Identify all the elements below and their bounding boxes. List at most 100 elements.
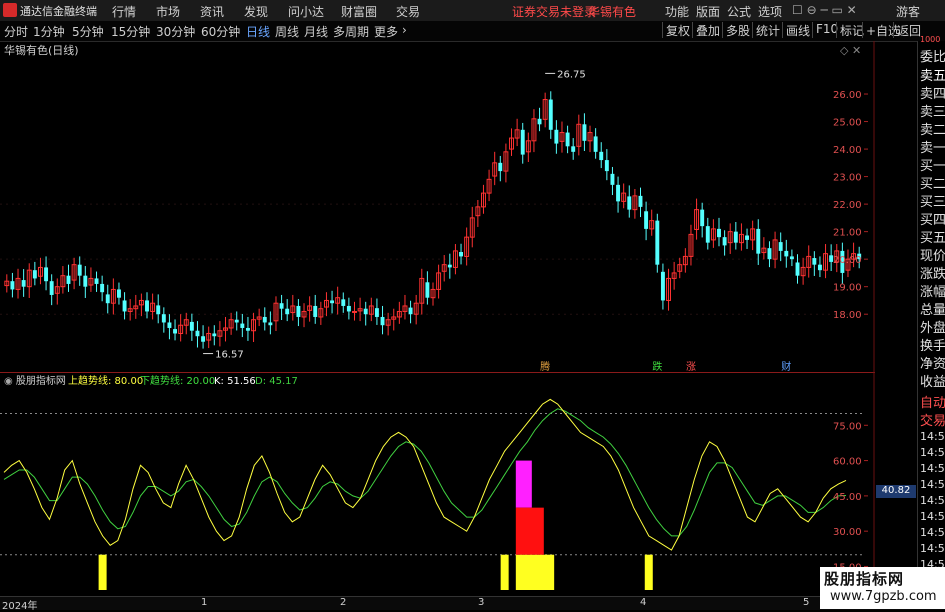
signal-bar [530,554,539,590]
date-label: 4 [640,597,647,608]
signal-bar [546,554,555,590]
period-60min[interactable]: 60分钟 [201,23,240,40]
period-15min[interactable]: 15分钟 [111,23,150,40]
period-1min[interactable]: 1分钟 [33,23,65,40]
candle-body [599,151,604,161]
candle-body [195,330,200,337]
panel-turnover: 换手 [920,339,945,354]
chevron-right-icon[interactable]: › [402,23,407,37]
candle-body [268,322,273,326]
period-monthly[interactable]: 月线 [304,23,328,40]
indicator-lines [3,398,847,551]
panel-outer: 外盘 [920,321,945,336]
watermark: 股朋指标网 www.7gpzb.com [820,567,945,609]
candle-body [161,314,166,323]
panel-volume: 总量 [920,303,945,318]
auto-trade-2[interactable]: 交易 [920,410,945,429]
up-trend-label: 上趋势线: 80.00 [68,374,143,387]
date-label: 2 [340,597,347,608]
candle-body [285,308,290,315]
panel-top-label: 1000 [920,35,941,44]
collapse-icon[interactable]: ◇ ✕ [840,44,861,57]
down-trend-label: 下趋势线: 20.00 [140,374,215,387]
title-bar: 通达信金融终端 行情 市场 资讯 发现 问小达 财富圈 交易 证券交易未登录 华… [0,0,945,22]
indicator-name: ◉ 股朋指标网 [4,374,66,387]
panel-buy1: 买一 [920,159,945,174]
candle-body [582,124,587,141]
indicator-chart[interactable]: 75.0060.0045.0030.0015.00 ◉ 股朋指标网 上趋势线: … [0,372,875,596]
diejia-button[interactable]: 叠加 [692,22,723,38]
candle-body [77,264,82,276]
menu-zixun[interactable]: 资讯 [200,3,224,20]
time-row: 14:56 [920,462,945,475]
menu-banmian[interactable]: 版面 [696,3,720,20]
candle-body [212,333,217,337]
current-indicator-value: 40.82 [876,485,916,498]
signal-bar [523,554,532,590]
event-marker: 财 [781,360,791,372]
tongji-button[interactable]: 统计 [752,22,783,38]
menu-shichang[interactable]: 市场 [156,3,180,20]
d-line [3,408,847,537]
main-grid [0,41,875,372]
price-tick-label: 18.00 [833,310,862,321]
candle-body [363,308,368,315]
panel-sell5: 卖五 [920,69,945,84]
guest-label[interactable]: 游客 [896,3,920,20]
candle-body [660,271,665,301]
candles-group [4,72,862,355]
period-30min[interactable]: 30分钟 [156,23,195,40]
candle-body [201,336,206,342]
menu-caifuquan[interactable]: 财富圈 [341,3,377,20]
event-markers[interactable]: 腾跌涨财 [540,360,791,372]
candle-body [167,322,172,328]
signal-bar [98,554,107,590]
period-more[interactable]: 更多 [374,23,398,40]
login-status[interactable]: 证券交易未登录 [512,3,596,20]
candle-body [498,162,503,172]
signal-bar [500,554,509,590]
duogu-button[interactable]: 多股 [722,22,753,38]
period-multi[interactable]: 多周期 [333,23,369,40]
candle-body [554,129,559,144]
indicator-dot-icon: ◉ [4,376,16,387]
candle-body [604,160,609,172]
candle-body [21,280,26,287]
candle-body [240,323,245,328]
price-tick-label: 26.00 [833,90,862,101]
panel-weibi: 委比 [920,50,945,65]
candle-body [313,305,318,317]
window-buttons-icon[interactable]: ☐ ⊖ ─ ▭ ✕ [792,3,857,17]
price-tick-label: 24.00 [833,145,862,156]
date-label: 2024年 [2,601,38,612]
candle-body [341,299,346,306]
period-fenshi[interactable]: 分时 [4,23,28,40]
candle-body [94,278,99,284]
candle-body [105,294,110,304]
period-weekly[interactable]: 周线 [275,23,299,40]
period-daily[interactable]: 日线 [246,23,270,40]
panel-sell3: 卖三 [920,105,945,120]
panel-eps: 收益 [920,375,945,390]
menu-jiaoyi[interactable]: 交易 [396,3,420,20]
auto-trade-1[interactable]: 自动 [920,392,945,411]
price-tick-label: 20.00 [833,255,862,266]
price-tick-label: 21.00 [833,228,862,239]
menu-wenxiaoda[interactable]: 问小达 [288,3,324,20]
period-5min[interactable]: 5分钟 [72,23,104,40]
candle-body [330,300,335,304]
candlestick-chart[interactable]: 18.00 19.00 20.00 21.00 22.00 23.00 24.00 25.00… [0,41,875,372]
candle-body [610,173,615,185]
candle-body [812,258,817,265]
k-line [3,398,847,551]
menu-gongshi[interactable]: 公式 [727,3,751,20]
menu-gongneng[interactable]: 功能 [665,3,689,20]
huaxian-button[interactable]: 画线 [782,22,813,38]
candle-body [352,310,357,313]
low-price-label: 16.57 [215,350,244,361]
date-label: 5 [803,597,810,608]
menu-faxian[interactable]: 发现 [244,3,268,20]
menu-xuanxiang[interactable]: 选项 [758,3,782,20]
fuquan-button[interactable]: 复权 [662,22,693,38]
menu-hangqing[interactable]: 行情 [112,3,136,20]
